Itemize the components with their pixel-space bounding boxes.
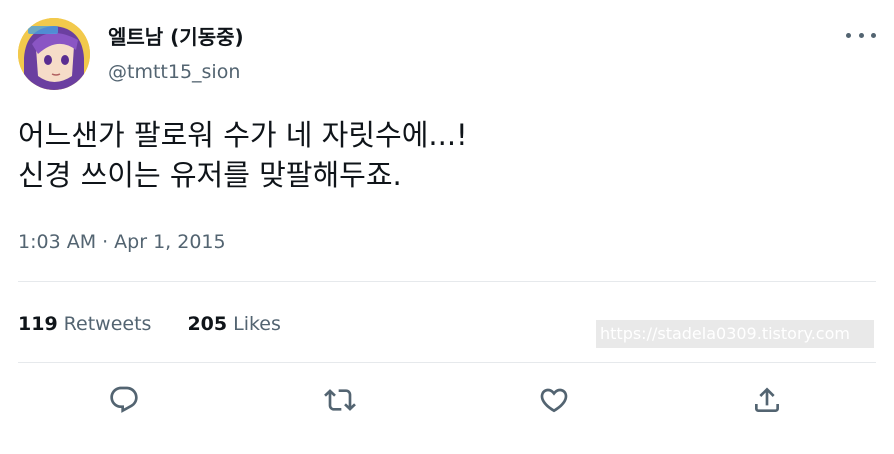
tweet-date: Apr 1, 2015 [114,231,226,253]
share-icon [755,387,779,412]
more-dot [871,32,876,38]
likes-count: 205 [187,313,228,335]
more-dot [846,32,851,38]
more-dot [858,32,864,38]
likes-label: Likes [233,313,281,335]
tweet-stats: 119 Retweets 205 Likes [18,312,281,336]
likes-stat[interactable]: 205 Likes [187,312,280,336]
reply-icon [110,386,138,413]
retweets-label: Retweets [63,313,152,335]
retweet-button[interactable] [322,382,358,418]
author-handle[interactable]: @tmtt15_sion [108,60,240,84]
share-button[interactable] [749,382,785,418]
avatar[interactable] [18,18,90,90]
like-icon [540,388,568,413]
like-button[interactable] [536,382,572,418]
tweet-text-line: 신경 쓰이는 유저를 맞팔해두죠. [18,158,402,192]
tweet-timestamp[interactable]: 1:03 AM · Apr 1, 2015 [18,230,226,254]
retweet-icon [324,389,356,411]
tweet-text: 어느샌가 팔로워 수가 네 자릿수에...! 신경 쓰이는 유저를 맞팔해두죠. [18,115,878,195]
more-options-icon[interactable] [846,28,876,42]
tweet-time: 1:03 AM [18,231,97,253]
watermark: https://stadela0309.tistory.com [596,320,874,348]
avatar-image [18,18,90,90]
timestamp-separator: · [102,231,109,253]
reply-button[interactable] [106,382,142,418]
tweet-text-line: 어느샌가 팔로워 수가 네 자릿수에...! [18,118,468,152]
retweets-stat[interactable]: 119 Retweets [18,312,151,336]
divider [18,362,876,363]
author-display-name[interactable]: 엘트남 (기동중) [108,24,244,50]
divider [18,281,876,282]
retweets-count: 119 [18,313,58,335]
